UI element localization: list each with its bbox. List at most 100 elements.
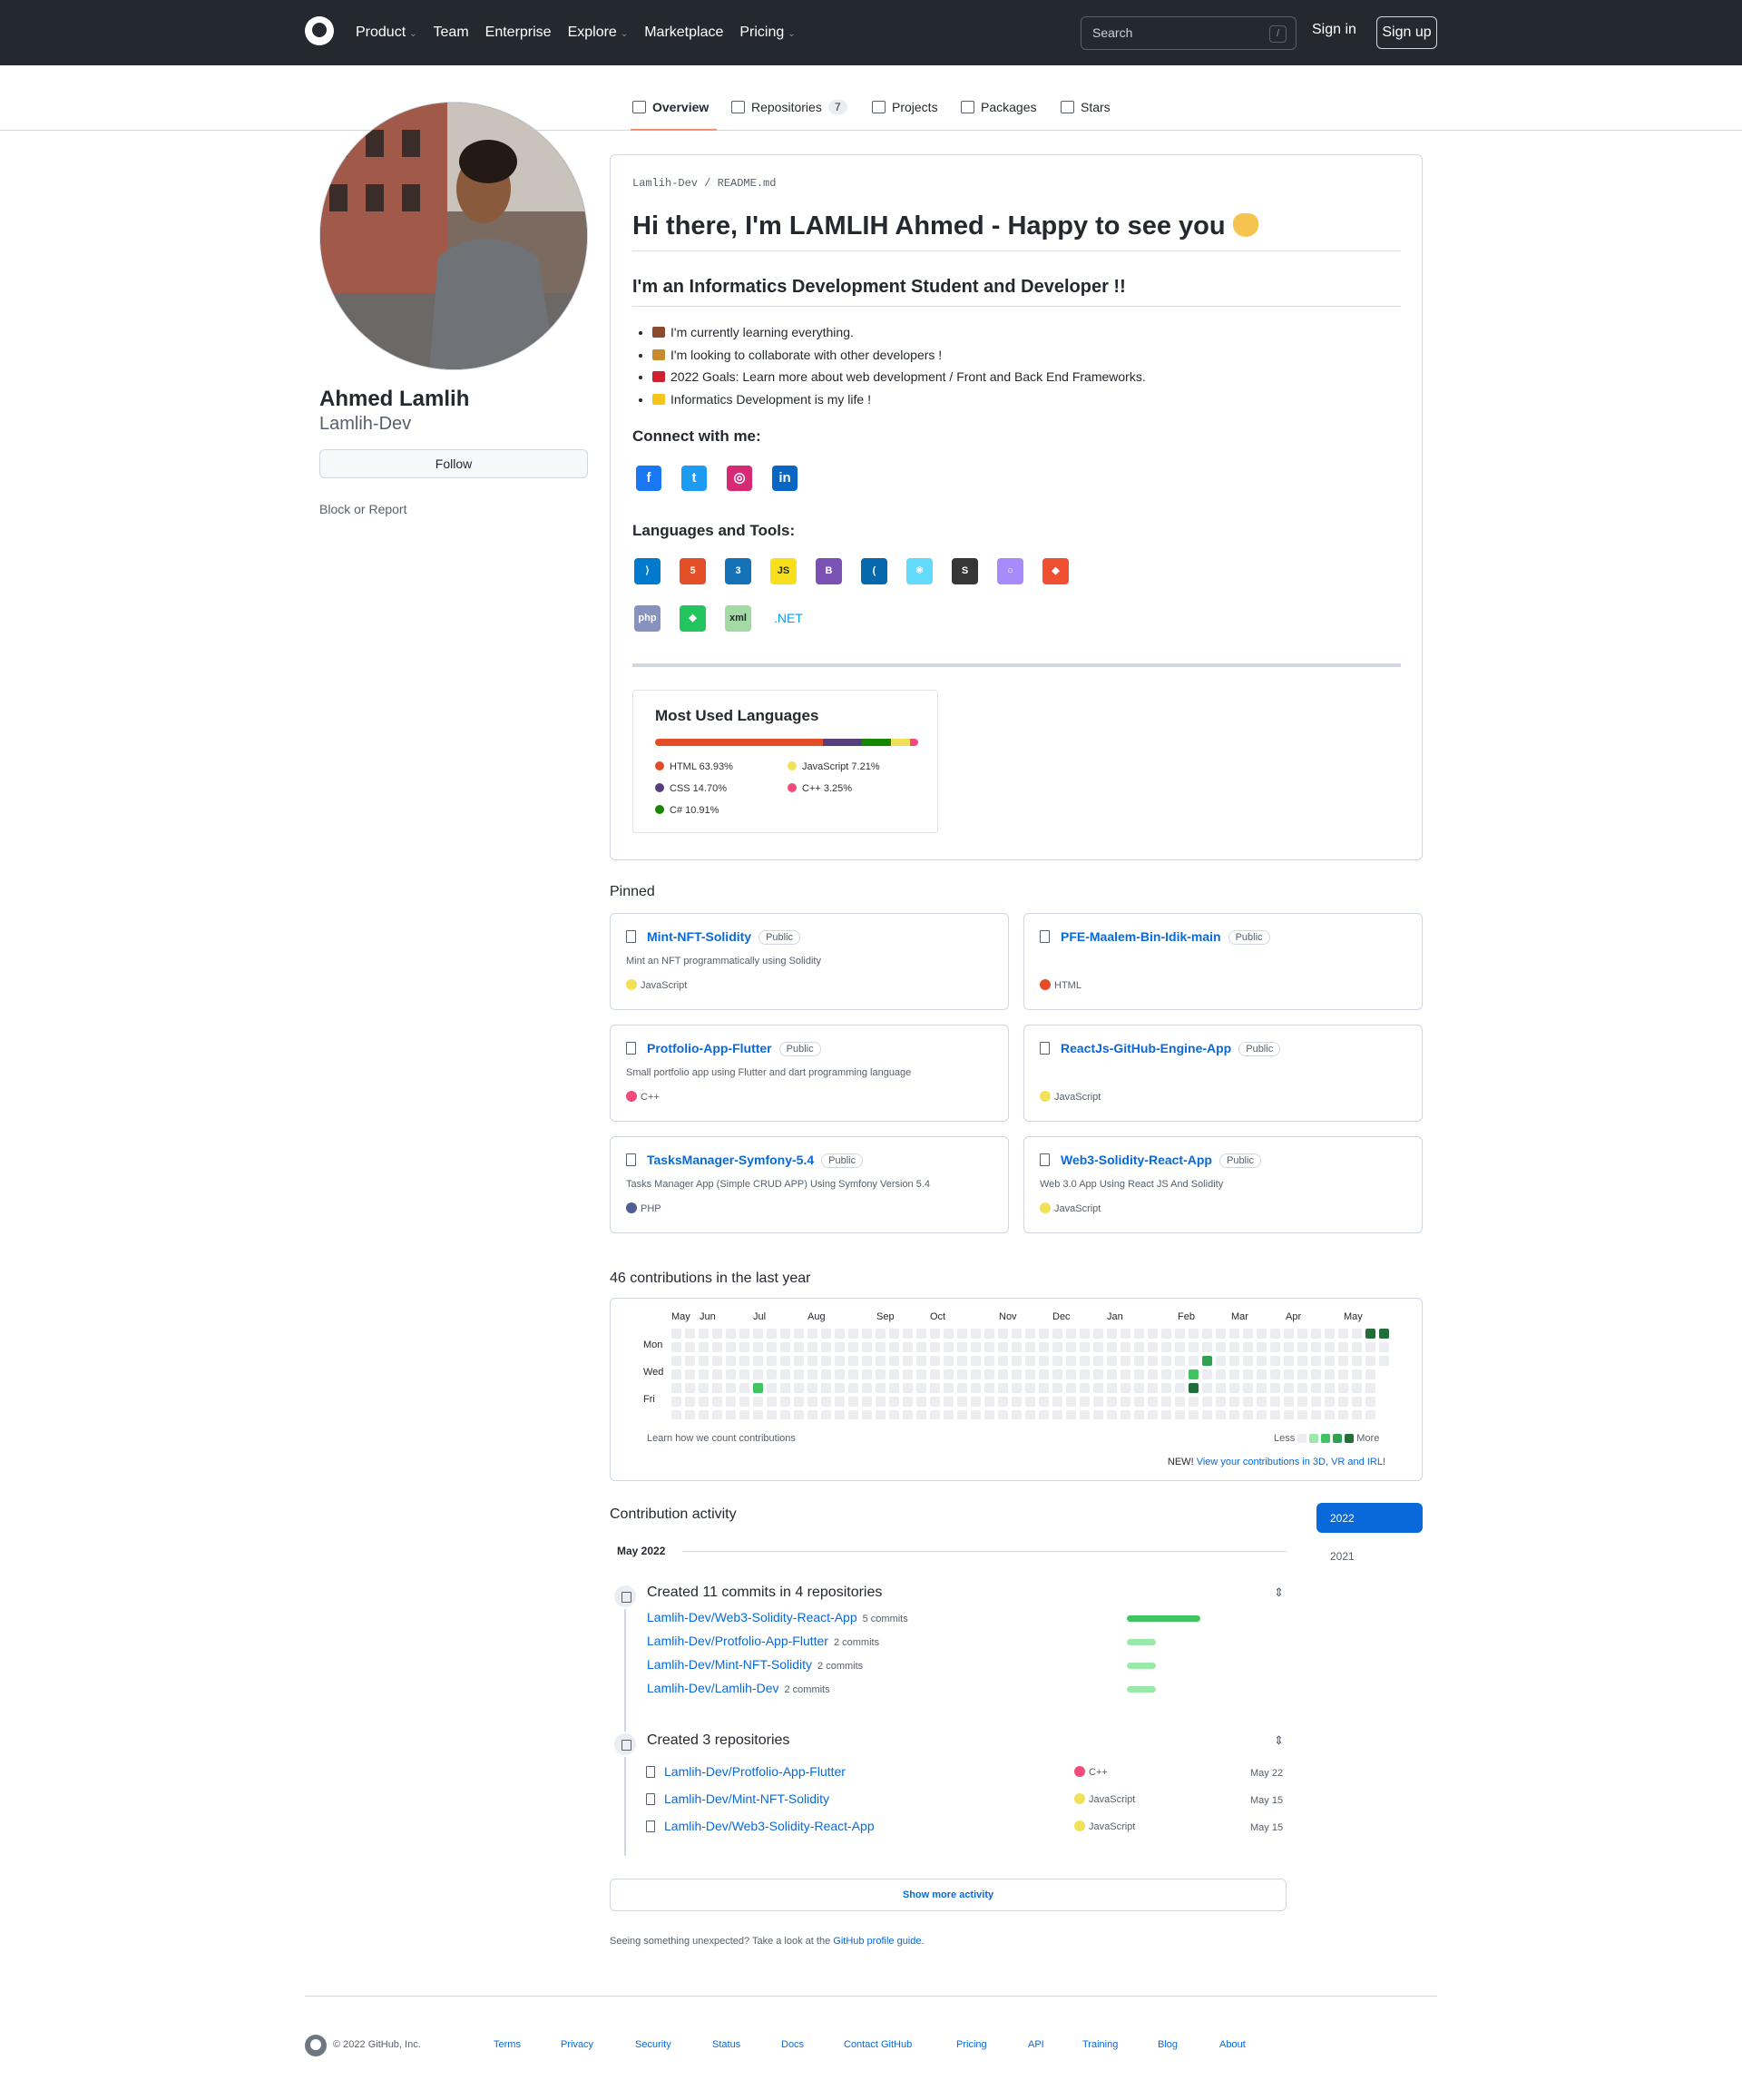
contribution-day-cell[interactable]: [1216, 1369, 1226, 1379]
contribution-day-cell[interactable]: [753, 1410, 763, 1419]
contribution-day-cell[interactable]: [1148, 1369, 1158, 1379]
contribution-day-cell[interactable]: [753, 1342, 763, 1352]
contribution-day-cell[interactable]: [998, 1397, 1008, 1407]
contribution-day-cell[interactable]: [1297, 1356, 1307, 1366]
footer-link-privacy[interactable]: Privacy: [561, 2039, 593, 2050]
footer-link-security[interactable]: Security: [635, 2039, 671, 2050]
contribution-day-cell[interactable]: [1134, 1410, 1144, 1419]
contribution-day-cell[interactable]: [1229, 1410, 1239, 1419]
contribution-day-cell[interactable]: [753, 1369, 763, 1379]
contribution-day-cell[interactable]: [916, 1397, 926, 1407]
contribution-day-cell[interactable]: [1270, 1356, 1280, 1366]
created-repo-link[interactable]: Lamlih-Dev/Web3-Solidity-React-App: [664, 1819, 875, 1833]
contribution-day-cell[interactable]: [916, 1369, 926, 1379]
footer-link-training[interactable]: Training: [1082, 2039, 1118, 2050]
contribution-day-cell[interactable]: [685, 1410, 695, 1419]
contribution-day-cell[interactable]: [1325, 1329, 1335, 1339]
pinned-repo-name-text[interactable]: Web3-Solidity-React-App: [1061, 1153, 1212, 1167]
contribution-day-cell[interactable]: [753, 1383, 763, 1393]
contribution-day-cell[interactable]: [876, 1342, 886, 1352]
instagram-icon[interactable]: ◎: [727, 466, 752, 491]
contribution-day-cell[interactable]: [1311, 1356, 1321, 1366]
contribution-day-cell[interactable]: [957, 1369, 967, 1379]
contribution-day-cell[interactable]: [1107, 1342, 1117, 1352]
contribution-day-cell[interactable]: [1025, 1356, 1035, 1366]
contribution-day-cell[interactable]: [1012, 1397, 1022, 1407]
footer-link-status[interactable]: Status: [712, 2039, 740, 2050]
contribution-day-cell[interactable]: [1025, 1342, 1035, 1352]
contribution-day-cell[interactable]: [1121, 1383, 1130, 1393]
footer-link-pricing[interactable]: Pricing: [956, 2039, 987, 2050]
contribution-day-cell[interactable]: [1066, 1342, 1076, 1352]
contribution-day-cell[interactable]: [1284, 1410, 1294, 1419]
contribution-day-cell[interactable]: [780, 1383, 790, 1393]
contribution-day-cell[interactable]: [1202, 1329, 1212, 1339]
contribution-day-cell[interactable]: [862, 1342, 872, 1352]
pinned-repo-name[interactable]: TasksManager-Symfony-5.4 Public: [647, 1153, 864, 1168]
contribution-day-cell[interactable]: [876, 1329, 886, 1339]
contribution-day-cell[interactable]: [1202, 1410, 1212, 1419]
readme-path-ext[interactable]: .md: [757, 177, 777, 190]
contribution-day-cell[interactable]: [807, 1329, 817, 1339]
contribution-day-cell[interactable]: [1066, 1397, 1076, 1407]
contribution-day-cell[interactable]: [1284, 1369, 1294, 1379]
contribution-day-cell[interactable]: [971, 1397, 981, 1407]
contribution-day-cell[interactable]: [685, 1369, 695, 1379]
contribution-day-cell[interactable]: [1257, 1397, 1267, 1407]
contribution-day-cell[interactable]: [1365, 1356, 1375, 1366]
contribution-day-cell[interactable]: [1039, 1369, 1049, 1379]
contribution-day-cell[interactable]: [1121, 1356, 1130, 1366]
contribution-day-cell[interactable]: [848, 1329, 858, 1339]
contribution-day-cell[interactable]: [1257, 1356, 1267, 1366]
pinned-repo-name-text[interactable]: PFE-Maalem-Bin-Idik-main: [1061, 929, 1221, 944]
contribution-day-cell[interactable]: [1297, 1369, 1307, 1379]
contribution-day-cell[interactable]: [1379, 1329, 1389, 1339]
pinned-repo-name[interactable]: Web3-Solidity-React-App Public: [1061, 1153, 1261, 1168]
contribution-day-cell[interactable]: [862, 1410, 872, 1419]
contribution-day-cell[interactable]: [1039, 1383, 1049, 1393]
contribution-day-cell[interactable]: [699, 1383, 709, 1393]
tab-projects[interactable]: Projects: [872, 100, 938, 131]
contribution-day-cell[interactable]: [957, 1342, 967, 1352]
contribution-day-cell[interactable]: [1257, 1342, 1267, 1352]
contribution-day-cell[interactable]: [726, 1410, 736, 1419]
contribution-day-cell[interactable]: [1161, 1410, 1171, 1419]
contribution-day-cell[interactable]: [1052, 1397, 1062, 1407]
contribution-day-cell[interactable]: [889, 1397, 899, 1407]
contribution-day-cell[interactable]: [1161, 1397, 1171, 1407]
contribution-day-cell[interactable]: [1093, 1356, 1103, 1366]
contribution-day-cell[interactable]: [998, 1383, 1008, 1393]
contribution-day-cell[interactable]: [1134, 1397, 1144, 1407]
contribution-day-cell[interactable]: [1325, 1356, 1335, 1366]
github-logo-icon[interactable]: [305, 16, 334, 45]
contribution-day-cell[interactable]: [944, 1369, 954, 1379]
contribution-day-cell[interactable]: [1093, 1342, 1103, 1352]
contribution-day-cell[interactable]: [1012, 1329, 1022, 1339]
pinned-repo-name-text[interactable]: TasksManager-Symfony-5.4: [647, 1153, 814, 1167]
contribution-day-cell[interactable]: [767, 1369, 777, 1379]
contribution-day-cell[interactable]: [903, 1397, 913, 1407]
contribution-day-cell[interactable]: [726, 1342, 736, 1352]
contribution-day-cell[interactable]: [971, 1369, 981, 1379]
contribution-day-cell[interactable]: [807, 1410, 817, 1419]
contribution-day-cell[interactable]: [930, 1383, 940, 1393]
contribution-day-cell[interactable]: [1189, 1397, 1199, 1407]
contribution-day-cell[interactable]: [835, 1329, 845, 1339]
contribution-day-cell[interactable]: [957, 1410, 967, 1419]
contribution-day-cell[interactable]: [1352, 1342, 1362, 1352]
contribution-day-cell[interactable]: [821, 1356, 831, 1366]
contribution-day-cell[interactable]: [1161, 1329, 1171, 1339]
contribution-day-cell[interactable]: [889, 1369, 899, 1379]
contribution-day-cell[interactable]: [1093, 1383, 1103, 1393]
tab-repositories[interactable]: Repositories 7: [731, 100, 847, 131]
contribution-day-cell[interactable]: [699, 1397, 709, 1407]
fold-icon[interactable]: ⇕: [1274, 1585, 1284, 1600]
contribution-day-cell[interactable]: [1148, 1342, 1158, 1352]
nav-item-explore[interactable]: Explore ⌄: [568, 25, 629, 41]
contribution-day-cell[interactable]: [780, 1329, 790, 1339]
contribution-day-cell[interactable]: [1052, 1329, 1062, 1339]
contribution-day-cell[interactable]: [835, 1369, 845, 1379]
contribution-day-cell[interactable]: [1025, 1397, 1035, 1407]
contribution-day-cell[interactable]: [916, 1342, 926, 1352]
contribution-day-cell[interactable]: [1202, 1342, 1212, 1352]
